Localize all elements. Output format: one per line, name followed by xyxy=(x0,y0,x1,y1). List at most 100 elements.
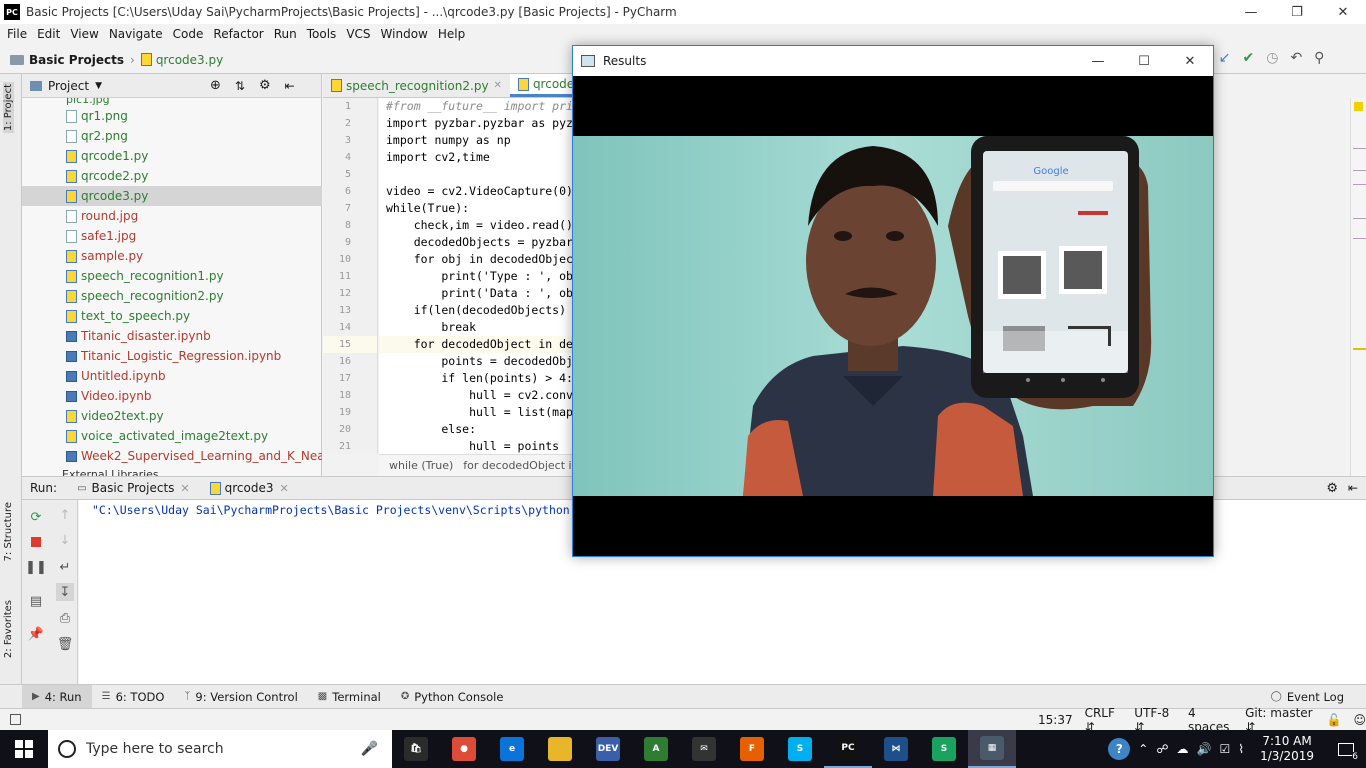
caret-position[interactable]: 15:37 xyxy=(1038,713,1073,727)
file-item-partial-top[interactable]: pic1.jpg xyxy=(22,98,322,106)
taskbar-app-skype[interactable]: S xyxy=(776,730,824,768)
search-everywhere-icon[interactable]: ⚲ xyxy=(1314,50,1324,66)
breadcrumb-file[interactable]: qrcode3.py xyxy=(156,53,223,67)
hide-panel-icon[interactable]: ⇤ xyxy=(1348,481,1358,495)
file-item[interactable]: speech_recognition1.py xyxy=(22,266,322,286)
down-arrow-icon[interactable]: ↓ xyxy=(56,531,74,549)
results-window[interactable]: Results — ☐ ✕ Google xyxy=(572,45,1214,557)
trash-icon[interactable]: 🗑 xyxy=(56,635,74,653)
taskbar-app-chrome[interactable]: ● xyxy=(440,730,488,768)
menu-code[interactable]: Code xyxy=(168,27,209,41)
code-breadcrumb-while[interactable]: while (True) xyxy=(389,459,453,472)
restore-button[interactable]: ❐ xyxy=(1274,0,1320,24)
taskbar-app-android[interactable]: A xyxy=(632,730,680,768)
taskbar-clock[interactable]: 7:10 AM 1/3/2019 xyxy=(1260,734,1314,764)
file-item[interactable]: sample.py xyxy=(22,246,322,266)
vcs-commit-icon[interactable]: ✔ xyxy=(1242,50,1254,66)
file-item[interactable]: text_to_speech.py xyxy=(22,306,322,326)
vcs-update-icon[interactable]: ↙ xyxy=(1219,50,1231,66)
close-tab-icon[interactable]: ✕ xyxy=(180,482,189,495)
notification-center-icon[interactable]: 6 xyxy=(1326,730,1366,768)
lock-icon[interactable]: 🔓 xyxy=(1327,713,1342,727)
stop-icon[interactable] xyxy=(27,533,45,551)
menu-navigate[interactable]: Navigate xyxy=(104,27,168,41)
vcs-revert-icon[interactable]: ↶ xyxy=(1290,50,1302,66)
taskbar-app-sheets[interactable]: S xyxy=(920,730,968,768)
file-item[interactable]: speech_recognition2.py xyxy=(22,286,322,306)
external-libraries-node[interactable]: External Libraries xyxy=(22,466,322,476)
menu-file[interactable]: File xyxy=(2,27,32,41)
results-title-bar[interactable]: Results — ☐ ✕ xyxy=(573,46,1213,76)
security-icon[interactable]: ☑ xyxy=(1219,742,1230,756)
tool-tab-terminal[interactable]: ▩ Terminal xyxy=(308,685,391,709)
network-icon[interactable]: ☍ xyxy=(1156,742,1168,756)
tool-tab-structure[interactable]: 7: Structure xyxy=(3,502,14,561)
tool-tab-todo[interactable]: ☰ 6: TODO xyxy=(92,685,175,709)
file-item[interactable]: Untitled.ipynb xyxy=(22,366,322,386)
minimize-button[interactable]: — xyxy=(1228,0,1274,24)
pin-icon[interactable]: 📌 xyxy=(27,625,45,643)
tool-tab-project[interactable]: 1: Project xyxy=(3,82,14,134)
close-button[interactable]: ✕ xyxy=(1320,0,1366,24)
taskbar-app-mail[interactable]: ✉ xyxy=(680,730,728,768)
code-breadcrumb-for[interactable]: for decodedObject in xyxy=(463,459,573,472)
file-item[interactable]: qrcode2.py xyxy=(22,166,322,186)
file-item[interactable]: video2text.py xyxy=(22,406,322,426)
taskbar-app-firefox[interactable]: F xyxy=(728,730,776,768)
tool-tab-run[interactable]: ▶ 4: Run xyxy=(22,684,92,709)
file-item[interactable]: Titanic_Logistic_Regression.ipynb xyxy=(22,346,322,366)
microphone-icon[interactable]: 🎤 xyxy=(361,741,378,757)
vcs-history-icon[interactable]: ◷ xyxy=(1266,50,1278,66)
project-view-select[interactable]: Project xyxy=(48,79,89,93)
menu-help[interactable]: Help xyxy=(433,27,470,41)
run-tab-basic-projects[interactable]: ▭ Basic Projects ✕ xyxy=(77,481,190,495)
menu-edit[interactable]: Edit xyxy=(32,27,65,41)
pause-icon[interactable]: ❚❚ xyxy=(25,558,47,576)
collapse-all-icon[interactable]: ⇅ xyxy=(235,79,245,93)
taskbar-search-box[interactable]: Type here to search 🎤 xyxy=(48,730,392,768)
taskbar-app-devc[interactable]: DEV xyxy=(584,730,632,768)
file-item[interactable]: qrcode3.py xyxy=(22,186,322,206)
taskbar-app-vscode[interactable]: ⋈ xyxy=(872,730,920,768)
tool-tab-python-console[interactable]: ✪ Python Console xyxy=(391,685,514,709)
file-item[interactable]: Titanic_disaster.ipynb xyxy=(22,326,322,346)
results-close-button[interactable]: ✕ xyxy=(1167,49,1213,73)
menu-window[interactable]: Window xyxy=(376,27,433,41)
soft-wrap-icon[interactable]: ↵ xyxy=(56,558,74,576)
file-item[interactable]: qr2.png xyxy=(22,126,322,146)
print-icon[interactable]: ⎙ xyxy=(56,609,74,627)
taskbar-app-pycharm[interactable]: PC xyxy=(824,730,872,768)
help-icon[interactable]: ? xyxy=(1108,738,1131,760)
hide-panel-icon[interactable]: ⇤ xyxy=(285,79,295,93)
editor-error-stripe[interactable] xyxy=(1350,98,1366,476)
file-item[interactable]: Video.ipynb xyxy=(22,386,322,406)
results-maximize-button[interactable]: ☐ xyxy=(1121,49,1167,73)
file-item[interactable]: round.jpg xyxy=(22,206,322,226)
menu-vcs[interactable]: VCS xyxy=(341,27,375,41)
menu-refactor[interactable]: Refactor xyxy=(208,27,268,41)
file-item[interactable]: safe1.jpg xyxy=(22,226,322,246)
taskbar-app-edge[interactable]: e xyxy=(488,730,536,768)
show-hidden-icons[interactable]: ⌃ xyxy=(1138,742,1148,756)
file-item[interactable]: qrcode1.py xyxy=(22,146,322,166)
menu-tools[interactable]: Tools xyxy=(302,27,342,41)
menu-run[interactable]: Run xyxy=(269,27,302,41)
tool-tab-favorites[interactable]: 2: Favorites xyxy=(3,600,14,658)
menu-view[interactable]: View xyxy=(65,27,103,41)
wifi-icon[interactable]: ⌇ xyxy=(1238,742,1244,756)
taskbar-app-store[interactable]: 🛍 xyxy=(392,730,440,768)
taskbar-app-results[interactable]: ▦ xyxy=(968,730,1016,768)
inspection-status-icon[interactable] xyxy=(1354,102,1363,111)
inspector-icon[interactable]: ☺ xyxy=(1353,713,1366,727)
layout-icon[interactable]: ▤ xyxy=(27,592,45,610)
locate-icon[interactable]: ⊕ xyxy=(210,78,221,93)
gear-icon[interactable]: ⚙ xyxy=(259,78,271,93)
up-arrow-icon[interactable]: ↑ xyxy=(56,506,74,524)
gear-icon[interactable]: ⚙ xyxy=(1326,481,1338,496)
toggle-tool-windows-icon[interactable] xyxy=(10,714,21,725)
rerun-icon[interactable]: ⟳ xyxy=(27,508,45,526)
file-item[interactable]: voice_activated_image2text.py xyxy=(22,426,322,446)
editor-tab-speech-recognition2[interactable]: speech_recognition2.py ✕ xyxy=(323,74,510,97)
code-editor[interactable]: #from __future__ import pri import pyzbar… xyxy=(379,98,573,454)
chevron-down-icon[interactable]: ▼ xyxy=(95,81,102,91)
